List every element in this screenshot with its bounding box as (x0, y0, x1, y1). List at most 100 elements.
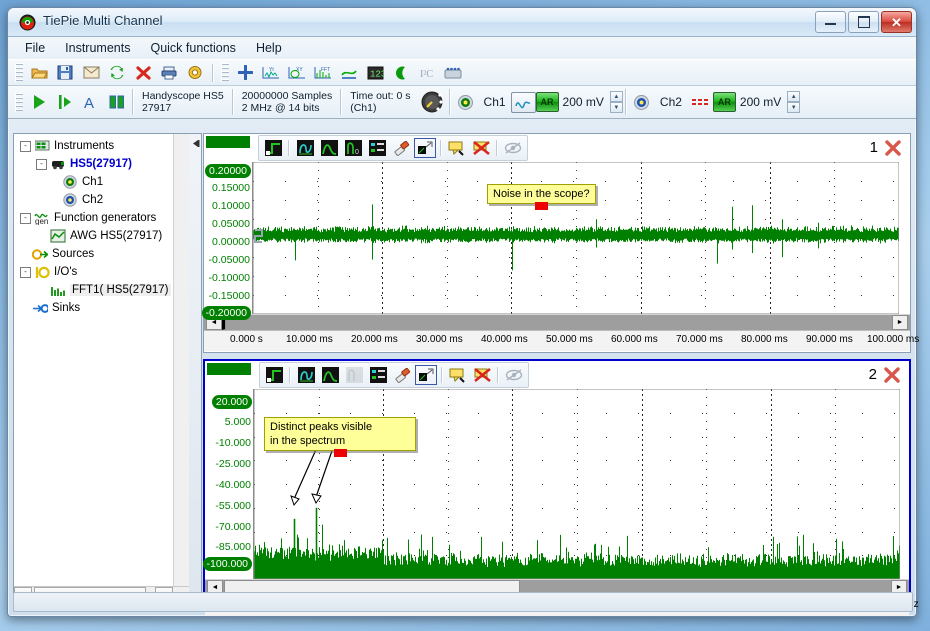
sidebar-label-instruments: Instruments (54, 140, 115, 152)
add-note-icon-2[interactable] (447, 365, 469, 385)
peak-curve-icon[interactable] (318, 138, 340, 158)
spectrum-tool-group (259, 362, 529, 388)
digital-readout-icon[interactable]: 123 (363, 61, 387, 84)
scope-x-tick-5: 50.000 ms (546, 334, 593, 345)
sidebar-item-sources[interactable]: Sources (14, 245, 174, 263)
spectrum-y-axis: 20.000 5.000 -10.000 -25.000 -40.000 -55… (202, 389, 253, 571)
hidden-eye-icon[interactable] (502, 138, 524, 158)
dc-coupling-icon[interactable] (688, 91, 712, 114)
sidebar-collapse-handle[interactable] (189, 133, 202, 612)
spinner-up[interactable]: ▲ (609, 91, 623, 102)
scope-plot[interactable]: Noise in the scope? (252, 162, 910, 314)
play-icon[interactable] (27, 91, 51, 114)
spectrum-panel[interactable]: 2 20.000 5.000 -10.000 -25.000 -40.000 -… (202, 359, 919, 616)
scope-scroll-right-arrow-icon[interactable]: ► (892, 315, 908, 330)
toolbar-grip[interactable] (15, 63, 23, 82)
sidebar-item-sinks[interactable]: Sinks (14, 299, 174, 317)
expander-function-generators[interactable]: - (20, 212, 31, 224)
sidebar-item-awg[interactable]: AWG HS5(27917) (14, 227, 174, 245)
serial-icon[interactable] (441, 61, 465, 84)
meter-line-icon[interactable] (337, 61, 361, 84)
add-plus-icon[interactable] (233, 61, 257, 84)
timeout-info: Time out: 0 s (Ch1) (344, 90, 416, 114)
channel-led-icon[interactable] (454, 91, 478, 114)
legend-grid-icon-2[interactable] (367, 365, 389, 385)
scope-x-tick-10: 100.000 ms (867, 334, 920, 345)
menu-file[interactable]: File (16, 38, 54, 58)
sidebar-item-instruments[interactable]: - Instruments (14, 137, 174, 155)
spectrum-panel-close-icon[interactable] (883, 366, 901, 384)
scope-annotation[interactable]: Noise in the scope? (487, 184, 596, 210)
save-disk-icon[interactable] (53, 61, 77, 84)
menu-quick-functions[interactable]: Quick functions (141, 38, 244, 58)
print-icon[interactable] (157, 61, 181, 84)
menu-instruments[interactable]: Instruments (56, 38, 139, 58)
toolbar-grip-2[interactable] (221, 63, 229, 82)
spectrum-plot[interactable]: Distinct peaks visible in the spectrum (253, 389, 909, 579)
spinner-down-2[interactable]: ▼ (787, 102, 801, 113)
menu-help[interactable]: Help (247, 38, 291, 58)
scope-horizontal-scrollbar[interactable]: ◄ ► (204, 314, 910, 330)
sidebar-item-function-generators[interactable]: - gen Function generators (14, 209, 174, 227)
rise-curve-icon[interactable]: 0 (342, 138, 364, 158)
spinner-up-2[interactable]: ▲ (787, 91, 801, 102)
close-button[interactable]: ✕ (881, 11, 912, 33)
channel-led-icon-2[interactable] (630, 91, 654, 114)
i2c-icon[interactable]: I²C (415, 61, 439, 84)
sidebar-item-fft1[interactable]: FFT1( HS5(27917) (14, 281, 174, 299)
scope-panel[interactable]: 0 1 0.20000 0.15000 0.10000 0.05000 0.00… (201, 133, 919, 353)
sidebar-item-ch1[interactable]: Ch1 (14, 173, 174, 191)
step-cursor-icon[interactable] (262, 138, 284, 158)
zoom-select-icon-2[interactable] (415, 365, 437, 385)
minimize-button[interactable] (815, 11, 846, 33)
single-shot-icon[interactable] (53, 91, 77, 114)
zoom-select-icon[interactable] (414, 138, 436, 158)
smooth-curve-icon[interactable] (294, 138, 316, 158)
sidebar-item-ios[interactable]: - I/O's (14, 263, 174, 281)
auto-icon[interactable]: A (79, 91, 103, 114)
smooth-curve-icon-2[interactable] (295, 365, 317, 385)
fft-graph-icon[interactable]: FFT (311, 61, 335, 84)
svg-text:XY: XY (296, 67, 303, 73)
spectrum-annotation-anchor (334, 449, 347, 457)
clear-notes-icon[interactable] (470, 138, 492, 158)
open-folder-icon[interactable] (27, 61, 51, 84)
expander-hs5[interactable]: - (36, 158, 47, 170)
channel-green-icon (62, 175, 78, 189)
spectrum-plot-area: 20.000 5.000 -10.000 -25.000 -40.000 -55… (202, 389, 909, 579)
ch1-range-spinner[interactable]: ▲ ▼ (609, 91, 623, 113)
step-cursor-icon-2[interactable] (263, 365, 285, 385)
maximize-button[interactable] (848, 11, 879, 33)
trigger-knob-icon[interactable] (418, 91, 446, 114)
hidden-eye-icon-2[interactable] (503, 365, 525, 385)
tree-vertical-scrollbar[interactable] (173, 134, 189, 604)
ch2-range-spinner[interactable]: ▲ ▼ (787, 91, 801, 113)
ch2-autorange-button[interactable]: AR (712, 92, 736, 112)
sidebar-item-ch2[interactable]: Ch2 (14, 191, 174, 209)
eraser-icon-2[interactable] (391, 365, 413, 385)
expander-ios[interactable]: - (20, 266, 31, 278)
xy-graph-icon[interactable]: XY (285, 61, 309, 84)
add-note-icon[interactable] (446, 138, 468, 158)
scope-panel-close-icon[interactable] (884, 139, 902, 157)
ac-coupling-icon[interactable] (510, 91, 536, 113)
clear-notes-icon-2[interactable] (471, 365, 493, 385)
instrument-toolbar-grip[interactable] (15, 92, 23, 112)
pause-icon[interactable] (105, 91, 129, 114)
peak-curve-icon-2[interactable] (319, 365, 341, 385)
sidebar-label-fft1: FFT1( HS5(27917) (70, 284, 171, 296)
mail-envelope-icon[interactable] (79, 61, 103, 84)
yt-graph-icon[interactable]: Yt (259, 61, 283, 84)
title-bar: TiePie Multi Channel ✕ (8, 8, 916, 37)
eraser-icon[interactable] (390, 138, 412, 158)
spinner-down[interactable]: ▼ (609, 102, 623, 113)
spectrum-annotation[interactable]: Distinct peaks visible in the spectrum (264, 417, 416, 457)
sidebar-item-hs5[interactable]: - HS5(27917) (14, 155, 174, 173)
refresh-icon[interactable] (105, 61, 129, 84)
delete-cross-icon[interactable] (131, 61, 155, 84)
expander-instruments[interactable]: - (20, 140, 31, 152)
moon-icon[interactable] (389, 61, 413, 84)
legend-grid-icon[interactable] (366, 138, 388, 158)
ch1-autorange-button[interactable]: AR (535, 92, 559, 112)
settings-gear-icon[interactable] (183, 61, 207, 84)
